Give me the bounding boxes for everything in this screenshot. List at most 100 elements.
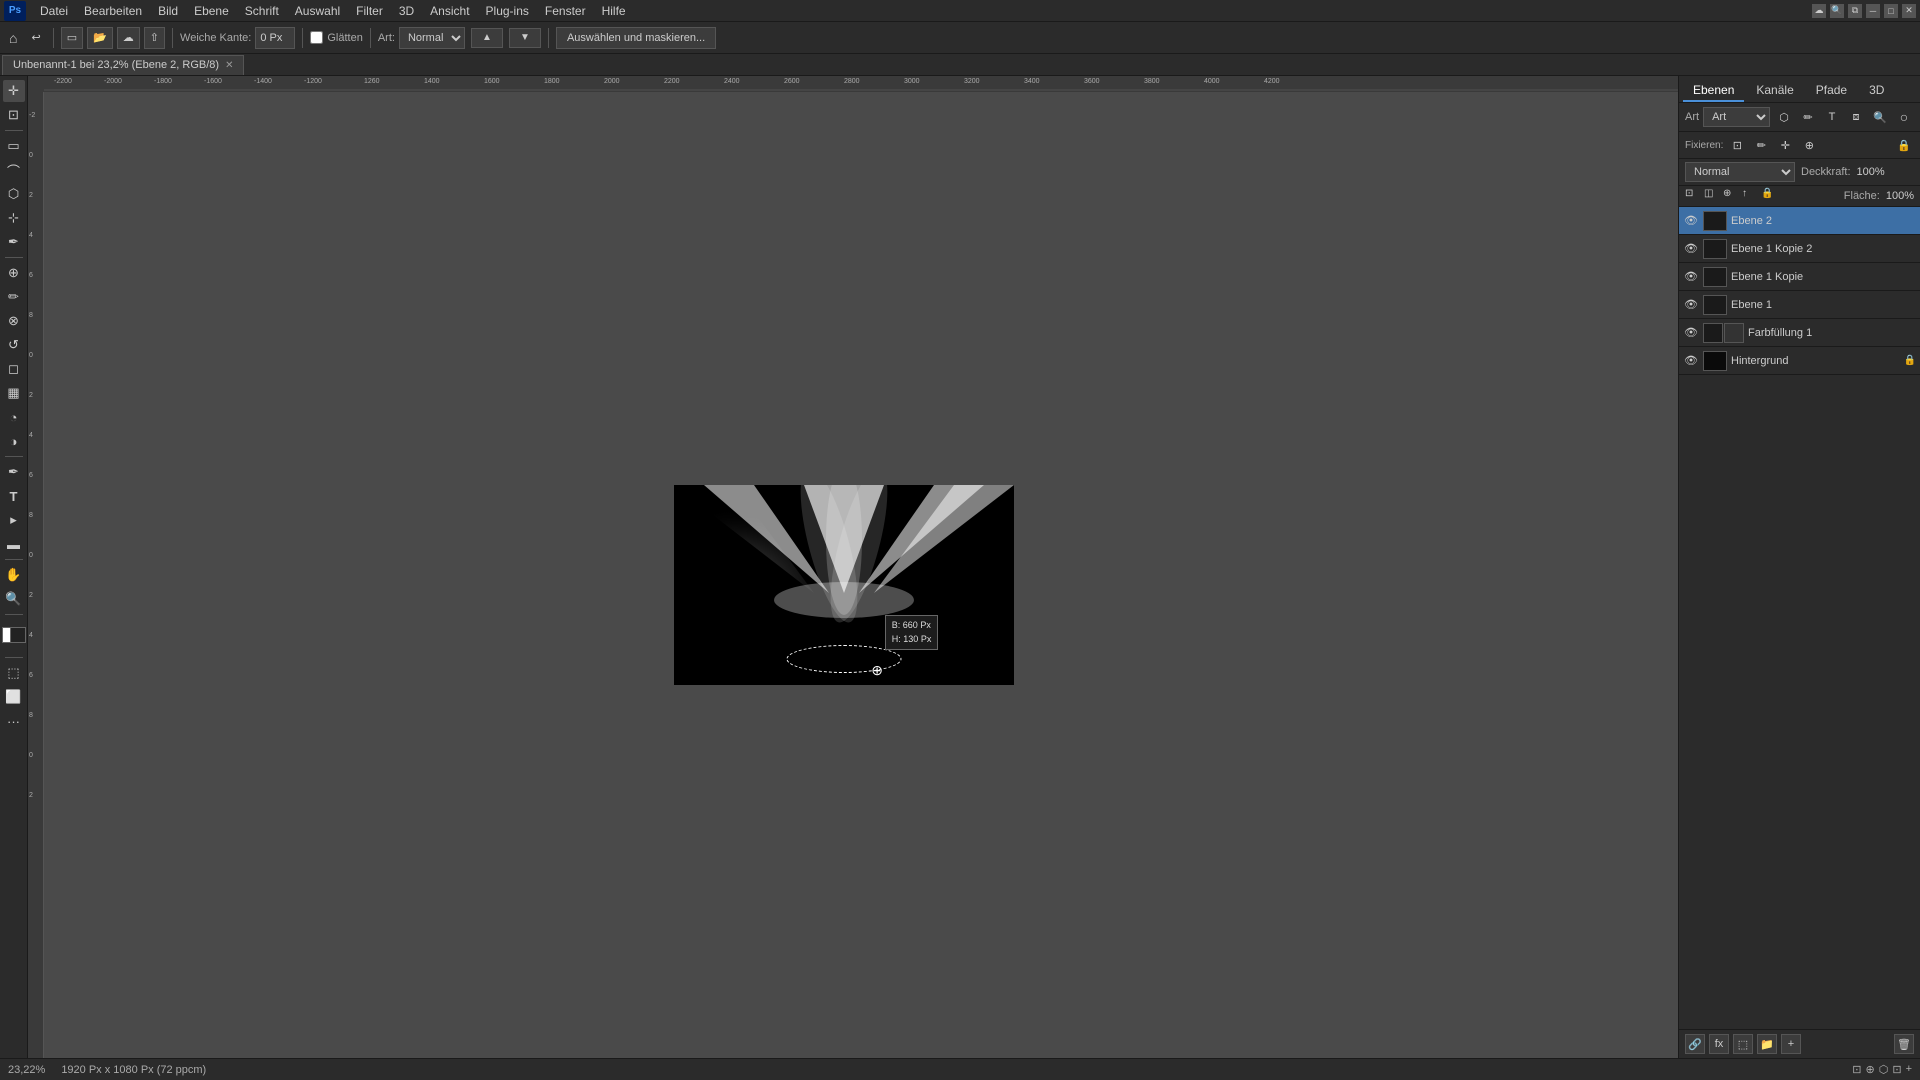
search-icon[interactable]: 🔍	[1830, 4, 1844, 18]
crop-tool[interactable]: ⊹	[3, 207, 25, 229]
add-mask-button[interactable]: ⬚	[1733, 1034, 1753, 1054]
soft-edge-input[interactable]	[255, 27, 295, 49]
object-select-tool[interactable]: ⬡	[3, 183, 25, 205]
menu-bild[interactable]: Bild	[150, 2, 186, 20]
layer-eye-ebene1k2[interactable]: 👁	[1683, 241, 1699, 257]
smooth-label[interactable]: Glätten	[327, 32, 362, 44]
share-icon[interactable]: ⇧	[144, 27, 165, 49]
rect-select-icon[interactable]: ▭	[61, 27, 83, 49]
zoom-tool[interactable]: 🔍	[3, 588, 25, 610]
layer-item-hintergrund[interactable]: 👁 Hintergrund 🔒	[1679, 347, 1920, 375]
lock-position-icon[interactable]: ✛	[1775, 135, 1795, 155]
smooth-checkbox[interactable]	[310, 31, 323, 44]
layer-eye-ebene2[interactable]: 👁	[1683, 213, 1699, 229]
status-btn-4[interactable]: ⊡	[1892, 1063, 1901, 1076]
menu-schrift[interactable]: Schrift	[237, 2, 287, 20]
link-layers-button[interactable]: 🔗	[1685, 1034, 1705, 1054]
delete-layer-button[interactable]: 🗑	[1894, 1034, 1914, 1054]
document-canvas[interactable]: ⊕ B: 660 Px H: 130 Px	[674, 485, 1014, 685]
layer-item-ebene1k2[interactable]: 👁 Ebene 1 Kopie 2	[1679, 235, 1920, 263]
home-icon[interactable]: ⌂	[4, 27, 22, 49]
fill-icon-4[interactable]: ↑	[1742, 188, 1758, 204]
blend-mode-select[interactable]: Normal	[1685, 162, 1795, 182]
undo-icon[interactable]: ↩	[26, 27, 45, 49]
filter-icon-2[interactable]: ✏	[1798, 107, 1818, 127]
menu-fenster[interactable]: Fenster	[537, 2, 594, 20]
lock-all-icon[interactable]: 🔒	[1894, 135, 1914, 155]
ps-icon[interactable]: Ps	[4, 1, 26, 21]
foreground-color[interactable]	[10, 627, 26, 643]
fill-icon-5[interactable]: 🔒	[1761, 188, 1777, 204]
layer-eye-hintergrund[interactable]: 👁	[1683, 353, 1699, 369]
cloud-icon[interactable]: ☁	[1812, 4, 1826, 18]
path-select-tool[interactable]: ▸	[3, 509, 25, 531]
add-style-button[interactable]: fx	[1709, 1034, 1729, 1054]
save-cloud-icon[interactable]: ☁	[117, 27, 140, 49]
move-tool[interactable]: ✛	[3, 80, 25, 102]
eraser-tool[interactable]: ◻	[3, 358, 25, 380]
menu-plugins[interactable]: Plug-ins	[478, 2, 537, 20]
maximize-button[interactable]: □	[1884, 4, 1898, 18]
status-btn-2[interactable]: ⊕	[1866, 1063, 1875, 1076]
filter-icon-4[interactable]: ⧈	[1846, 107, 1866, 127]
select-mask-button[interactable]: Auswählen und maskieren...	[556, 27, 716, 49]
status-btn-3[interactable]: ⬡	[1879, 1063, 1889, 1076]
rect-marquee-tool[interactable]: ▭	[3, 135, 25, 157]
lock-pixels-icon[interactable]: ✏	[1751, 135, 1771, 155]
layer-item-ebene1[interactable]: 👁 Ebene 1	[1679, 291, 1920, 319]
hand-tool[interactable]: ✋	[3, 564, 25, 586]
minimize-button[interactable]: ─	[1866, 4, 1880, 18]
new-layer-button[interactable]: +	[1781, 1034, 1801, 1054]
stamp-tool[interactable]: ⊗	[3, 310, 25, 332]
layer-eye-ebene1k[interactable]: 👁	[1683, 269, 1699, 285]
new-group-button[interactable]: 📁	[1757, 1034, 1777, 1054]
menu-3d[interactable]: 3D	[391, 2, 422, 20]
dodge-tool[interactable]: ◑	[3, 430, 25, 452]
document-tab[interactable]: Unbenannt-1 bei 23,2% (Ebene 2, RGB/8) ✕	[2, 55, 244, 75]
blur-tool[interactable]: ◔	[3, 406, 25, 428]
menu-ansicht[interactable]: Ansicht	[422, 2, 477, 20]
menu-hilfe[interactable]: Hilfe	[594, 2, 634, 20]
menu-datei[interactable]: Datei	[32, 2, 76, 20]
quick-mask-tool[interactable]: ⬚	[3, 662, 25, 684]
close-button[interactable]: ✕	[1902, 4, 1916, 18]
fill-icon-1[interactable]: ⊡	[1685, 188, 1701, 204]
arrange-icon[interactable]: ⧉	[1848, 4, 1862, 18]
tab-close-icon[interactable]: ✕	[225, 60, 233, 71]
spot-heal-tool[interactable]: ⊕	[3, 262, 25, 284]
more-tools[interactable]: ···	[3, 710, 25, 732]
layer-item-ebene1k[interactable]: 👁 Ebene 1 Kopie	[1679, 263, 1920, 291]
layer-item-ebene2[interactable]: 👁 Ebene 2	[1679, 207, 1920, 235]
menu-ebene[interactable]: Ebene	[186, 2, 237, 20]
type-tool[interactable]: T	[3, 485, 25, 507]
lasso-tool[interactable]: ⌒	[3, 159, 25, 181]
fill-icon-3[interactable]: ⊕	[1723, 188, 1739, 204]
history-brush-tool[interactable]: ↺	[3, 334, 25, 356]
tab-pfade[interactable]: Pfade	[1806, 80, 1857, 102]
filter-icon-3[interactable]: T	[1822, 107, 1842, 127]
status-btn-1[interactable]: ⊡	[1852, 1063, 1861, 1076]
open-icon[interactable]: 📂	[87, 27, 113, 49]
mode-select[interactable]: Normal	[399, 27, 465, 49]
filter-toggle[interactable]: ○	[1894, 107, 1914, 127]
artboard-tool[interactable]: ⊡	[3, 104, 25, 126]
lock-artboard-icon[interactable]: ⊕	[1799, 135, 1819, 155]
tab-3d[interactable]: 3D	[1859, 80, 1894, 102]
status-btn-5[interactable]: +	[1906, 1063, 1912, 1076]
fill-icon-2[interactable]: ◫	[1704, 188, 1720, 204]
screen-mode-tool[interactable]: ⬜	[3, 686, 25, 708]
tab-kanaele[interactable]: Kanäle	[1746, 80, 1803, 102]
layer-eye-ebene1[interactable]: 👁	[1683, 297, 1699, 313]
menu-auswahl[interactable]: Auswahl	[287, 2, 348, 20]
layer-type-filter[interactable]: Art	[1703, 107, 1770, 127]
brush-tool[interactable]: ✏	[3, 286, 25, 308]
shape-tool[interactable]: ▬	[3, 533, 25, 555]
lock-transparent-icon[interactable]: ⊡	[1727, 135, 1747, 155]
pen-tool[interactable]: ✒	[3, 461, 25, 483]
menu-filter[interactable]: Filter	[348, 2, 391, 20]
filter-icon-1[interactable]: ⬡	[1774, 107, 1794, 127]
mode-extra-b[interactable]: ▼	[509, 28, 541, 48]
menu-bearbeiten[interactable]: Bearbeiten	[76, 2, 150, 20]
tab-ebenen[interactable]: Ebenen	[1683, 80, 1744, 102]
filter-icon-5[interactable]: 🔍	[1870, 107, 1890, 127]
